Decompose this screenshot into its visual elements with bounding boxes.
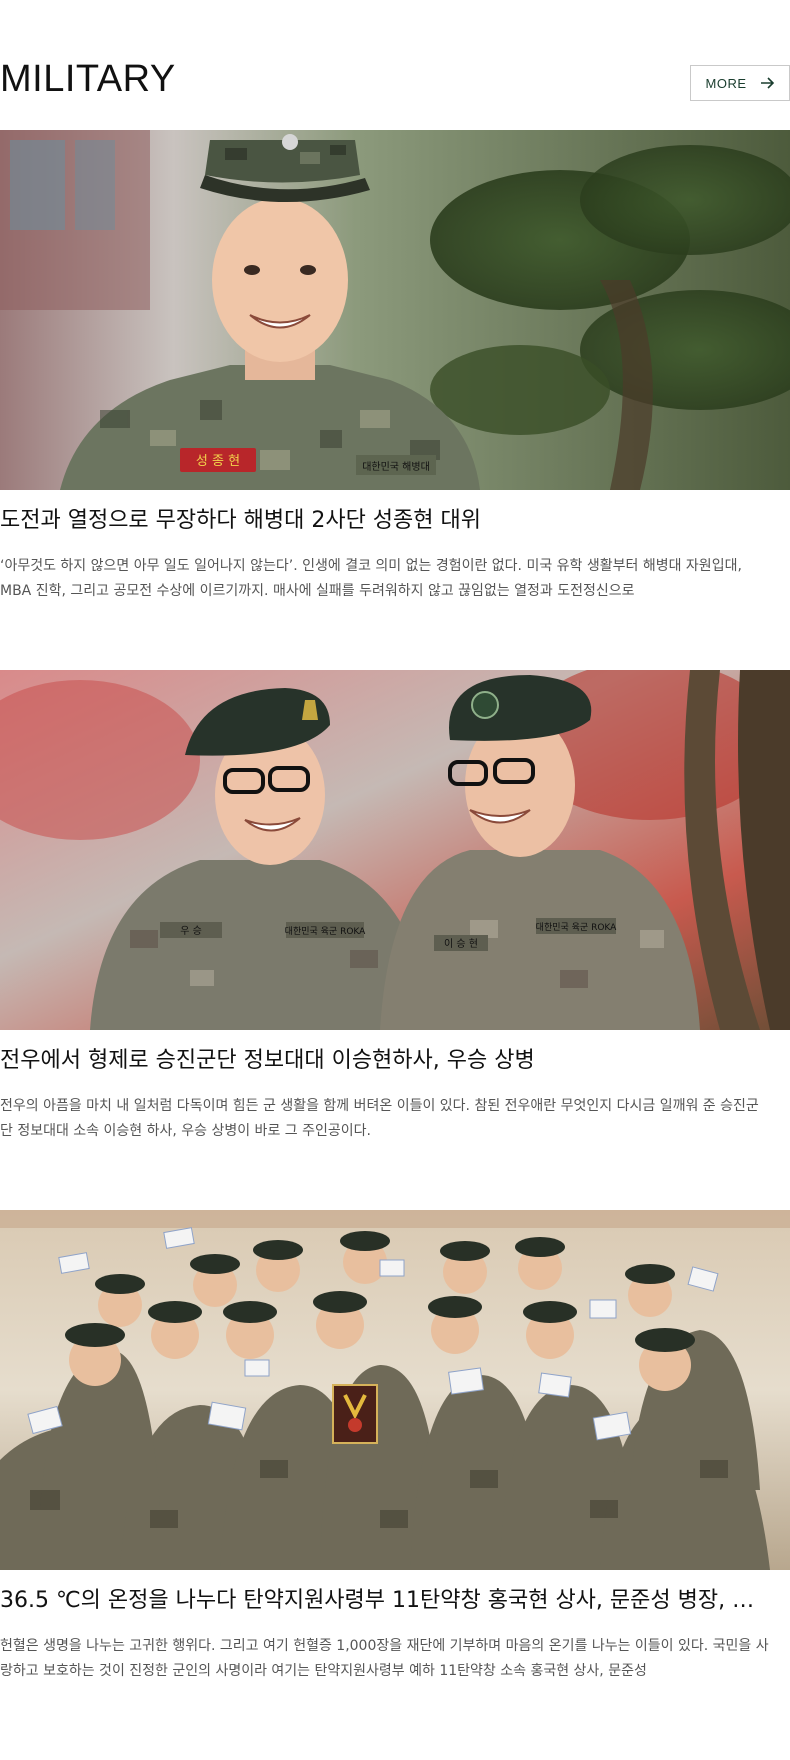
article-image[interactable]: 성 종 현 대한민국 해병대 <box>0 130 790 490</box>
two-soldiers-photo: 우 승 대한민국 육군 ROKA 이 승 현 대한민국 육군 ROKA <box>0 670 790 1030</box>
article-title[interactable]: 전우에서 형제로 승진군단 정보대대 이승현하사, 우승 상병 <box>0 1046 775 1076</box>
article-image[interactable]: 우 승 대한민국 육군 ROKA 이 승 현 대한민국 육군 ROKA <box>0 670 790 1030</box>
section-title: MILITARY <box>0 58 176 100</box>
unit-tag-right-text: 대한민국 육군 ROKA <box>536 922 617 933</box>
section-header: MILITARY MORE <box>0 56 790 102</box>
article-title[interactable]: 36.5 ℃의 온정을 나누다 탄약지원사령부 11탄약창 홍국현 상사, 문준… <box>0 1586 775 1616</box>
marine-captain-photo: 성 종 현 대한민국 해병대 <box>0 130 790 490</box>
article-excerpt: 헌혈은 생명을 나누는 고귀한 행위다. 그리고 여기 헌혈증 1,000장을 … <box>0 1638 769 1679</box>
more-button[interactable]: MORE <box>690 65 790 101</box>
arrow-right-icon <box>760 77 774 89</box>
unit-tag-text: 대한민국 해병대 <box>362 460 430 473</box>
article-card[interactable]: 우 승 대한민국 육군 ROKA 이 승 현 대한민국 육군 ROKA 전우에서… <box>0 670 790 1144</box>
article-card[interactable]: 성 종 현 대한민국 해병대 도전과 열정으로 무장하다 해병대 2사단 성종현… <box>0 130 790 604</box>
article-excerpt: 전우의 아픔을 마치 내 일처럼 다독이며 힘든 군 생활을 함께 버텨온 이들… <box>0 1098 759 1139</box>
article-title[interactable]: 도전과 열정으로 무장하다 해병대 2사단 성종현 대위 <box>0 506 775 536</box>
unit-tag-left-text: 대한민국 육군 ROKA <box>285 926 366 937</box>
name-tag-text: 성 종 현 <box>196 454 240 469</box>
article-excerpt: ‘아무것도 하지 않으면 아무 일도 일어나지 않는다’. 인생에 결코 의미 … <box>0 558 742 599</box>
more-button-label: MORE <box>705 75 747 91</box>
name-tag-right-text: 이 승 현 <box>444 938 478 950</box>
military-section: MILITARY MORE 성 종 현 대한민국 해병대 도전과 열정으로 무장… <box>0 0 790 1760</box>
article-card[interactable]: 36.5 ℃의 온정을 나누다 탄약지원사령부 11탄약창 홍국현 상사, 문준… <box>0 1210 790 1684</box>
name-tag-left-text: 우 승 <box>180 925 202 937</box>
article-image[interactable] <box>0 1210 790 1570</box>
blood-donation-group-photo <box>0 1210 790 1570</box>
